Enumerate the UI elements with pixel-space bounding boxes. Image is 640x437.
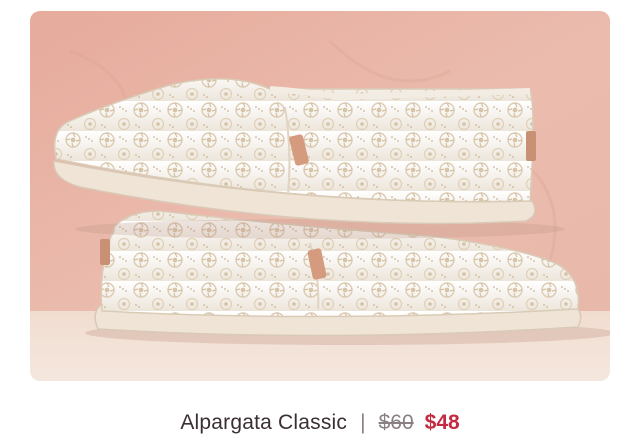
sale-price: $48	[424, 411, 460, 434]
product-caption: Alpargata Classic | $60 $48	[0, 406, 640, 437]
original-price: $60	[378, 411, 414, 434]
caption-divider: |	[360, 411, 366, 434]
product-card[interactable]: Alpargata Classic | $60 $48	[0, 0, 640, 437]
product-image[interactable]	[30, 11, 610, 381]
product-name[interactable]: Alpargata Classic	[180, 411, 347, 435]
